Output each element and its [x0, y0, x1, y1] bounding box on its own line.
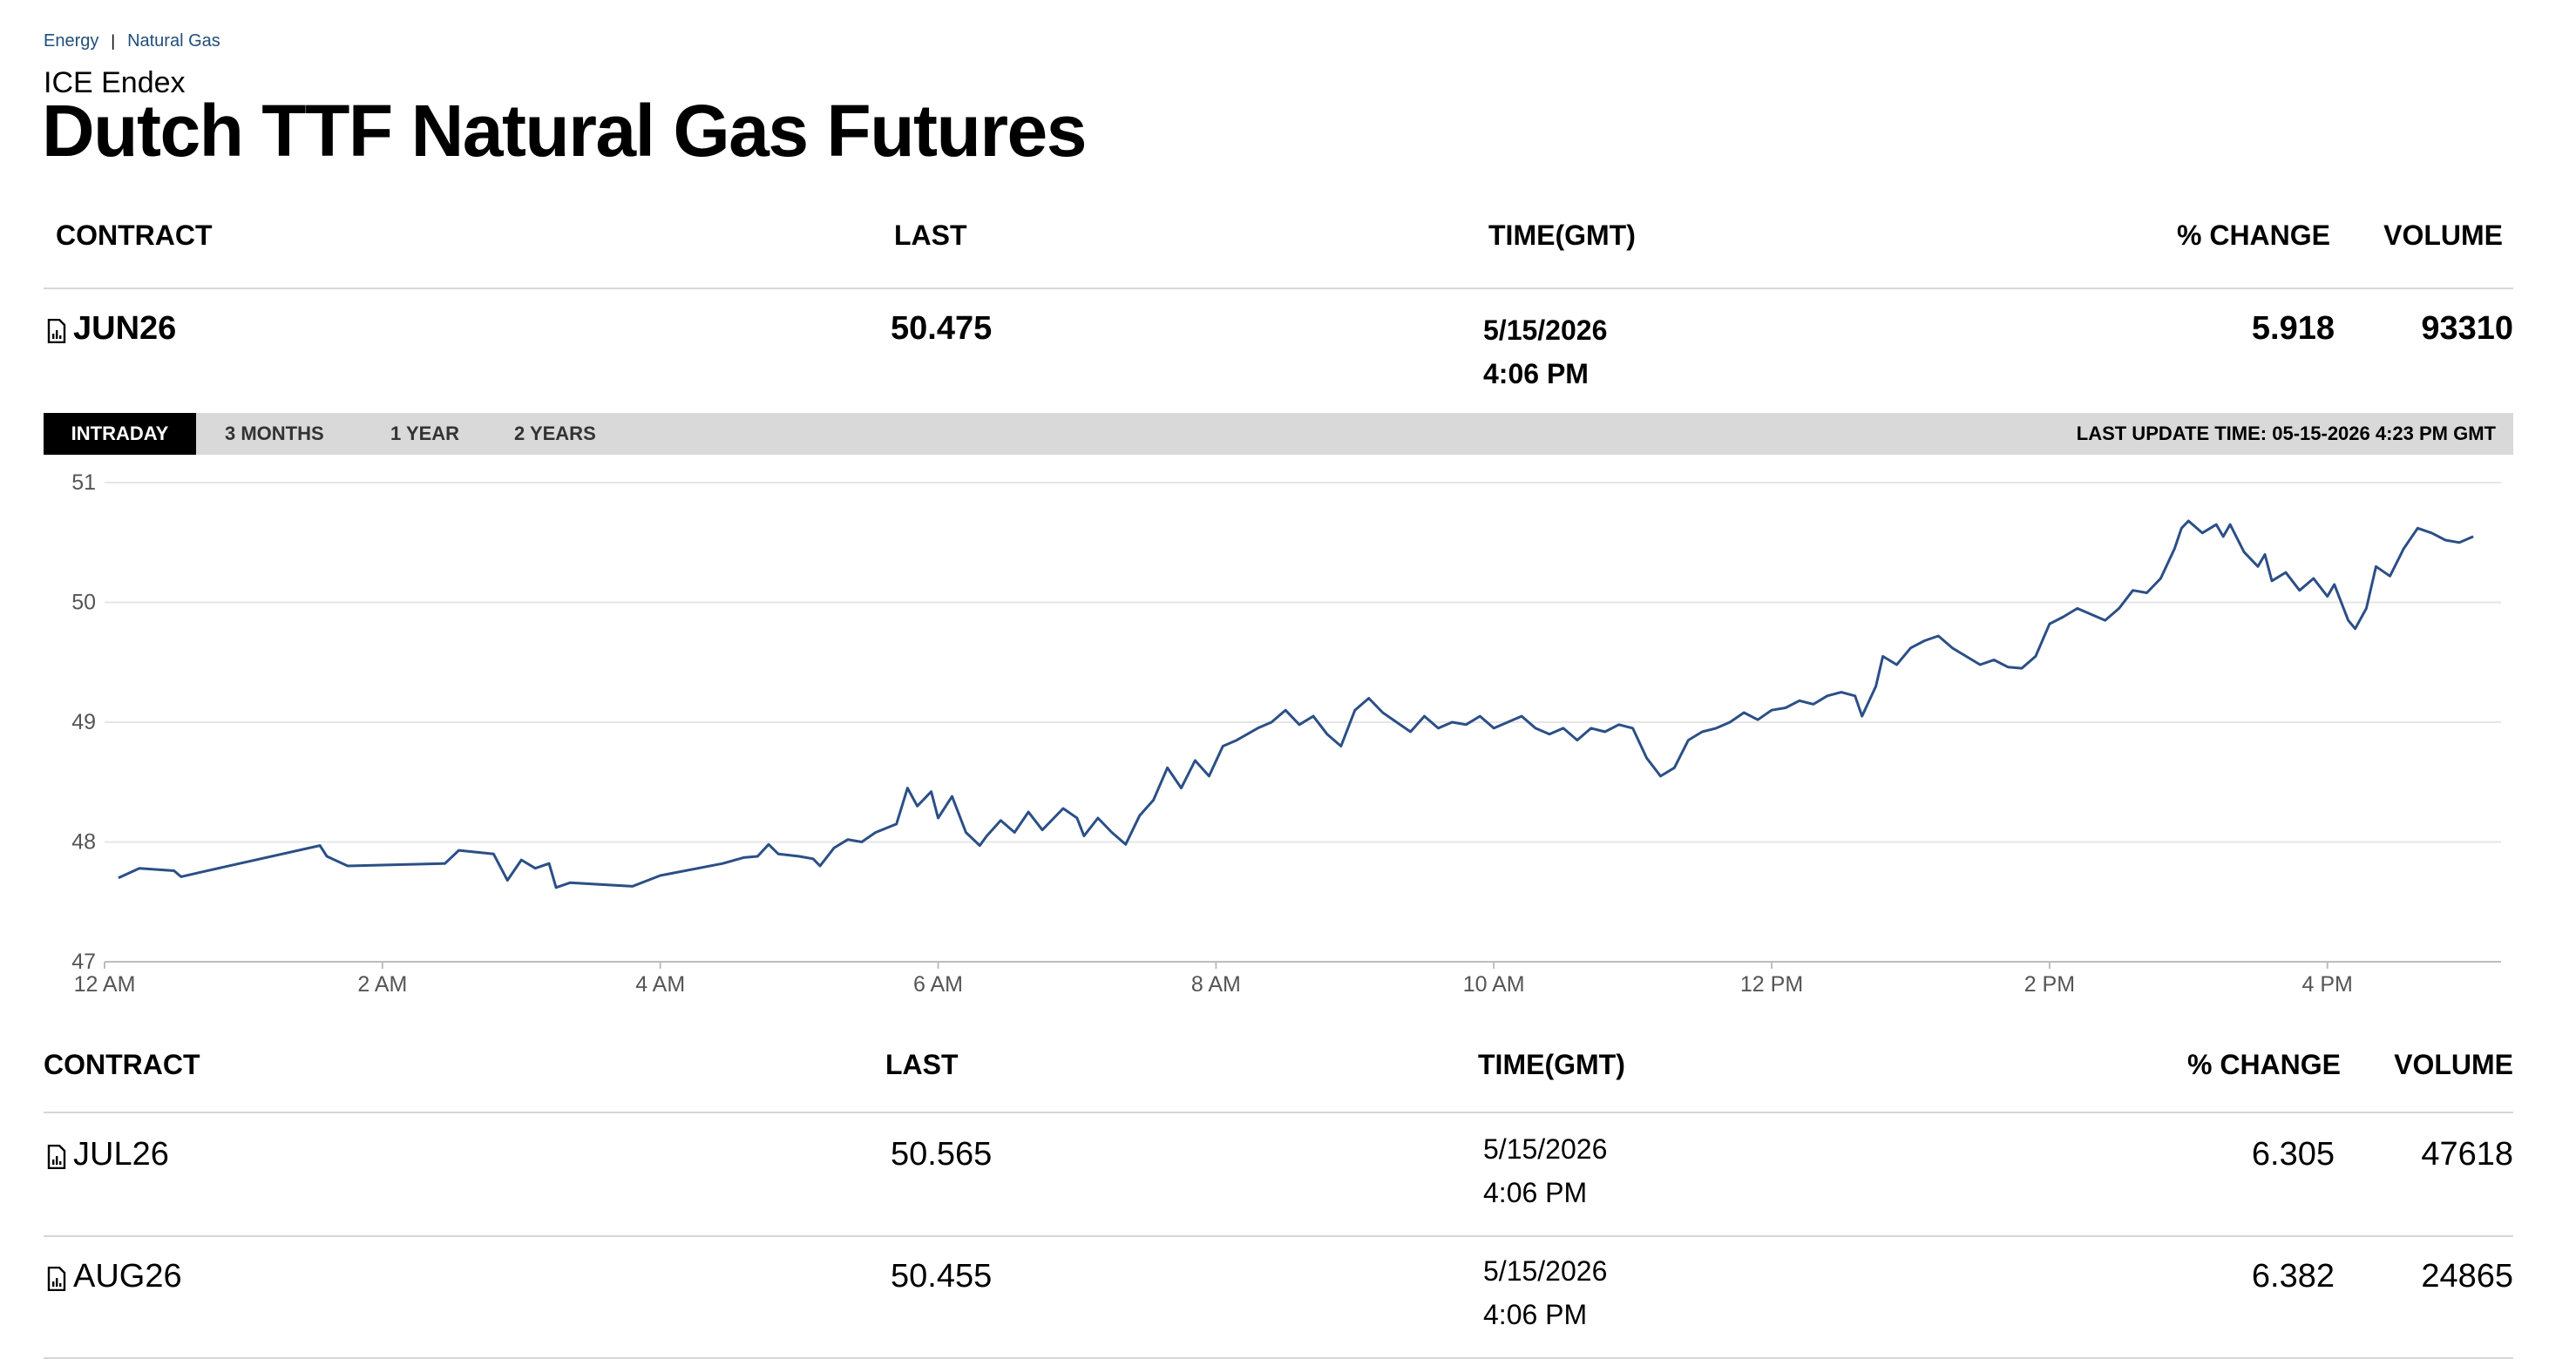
x-tick-label: 12 AM [74, 972, 136, 997]
col-volume: VOLUME [2383, 220, 2503, 251]
last-update-time: LAST UPDATE TIME: 05-15-2026 4:23 PM GMT [2076, 423, 2496, 444]
contract-code: JUL26 [73, 1136, 169, 1173]
y-tick-label: 47 [71, 950, 96, 974]
table-row[interactable]: JUL26 50.565 5/15/2026 4:06 PM 6.305 476… [44, 1115, 2513, 1237]
x-tick-label: 4 PM [2302, 972, 2353, 997]
volume: 24865 [2421, 1258, 2513, 1295]
col-contract: CONTRACT [44, 1049, 200, 1080]
tab-2-years[interactable]: 2 YEARS [514, 413, 596, 455]
y-tick-label: 49 [71, 710, 96, 734]
percent-change: 6.305 [2251, 1136, 2335, 1173]
front-contract-code: JUN26 [73, 310, 177, 347]
col-contract: CONTRACT [56, 220, 213, 251]
contract-cell[interactable]: AUG26 [47, 1258, 182, 1295]
trade-date-value: 5/15/2026 [1483, 1133, 1608, 1165]
trade-time: 5/15/2026 4:06 PM [1483, 1249, 1607, 1336]
contract-cell[interactable]: JUL26 [47, 1136, 169, 1173]
y-tick-label: 48 [71, 830, 96, 855]
y-tick-label: 50 [71, 591, 96, 615]
price-series-line [118, 519, 2474, 889]
tab-intraday[interactable]: INTRADAY [44, 413, 196, 455]
percent-change: 6.382 [2251, 1258, 2335, 1295]
front-date-value: 5/15/2026 [1483, 314, 1608, 346]
front-contract-row[interactable]: JUN26 50.475 5/15/2026 4:06 PM 5.918 933… [44, 308, 2513, 396]
front-change: 5.918 [2251, 310, 2335, 347]
col-time: TIME(GMT) [1478, 1049, 1625, 1080]
trade-time: 5/15/2026 4:06 PM [1483, 1127, 1607, 1214]
breadcrumb-energy[interactable]: Energy [44, 31, 98, 51]
x-tick-label: 4 AM [635, 972, 685, 997]
chart-range-tabs: INTRADAY 3 MONTHS 1 YEAR 2 YEARS LAST UP… [44, 413, 2513, 455]
table-row[interactable]: AUG26 50.455 5/15/2026 4:06 PM 6.382 248… [44, 1237, 2513, 1359]
y-tick-label: 51 [71, 470, 96, 495]
col-last: LAST [885, 1049, 959, 1080]
breadcrumb-separator: | [111, 32, 116, 50]
front-contract-cell[interactable]: JUN26 [47, 310, 176, 348]
x-tick-label: 6 AM [913, 972, 963, 997]
col-change: % CHANGE [2176, 220, 2330, 251]
tab-1-year[interactable]: 1 YEAR [390, 413, 459, 455]
volume: 47618 [2421, 1136, 2513, 1173]
x-tick-label: 2 PM [2024, 972, 2075, 997]
document-chart-icon [47, 318, 66, 343]
breadcrumb: Energy | Natural Gas [44, 31, 220, 51]
trade-time-value: 4:06 PM [1483, 1299, 1588, 1330]
contract-code: AUG26 [73, 1258, 182, 1295]
front-time-value: 4:06 PM [1483, 358, 1589, 389]
last-price: 50.565 [891, 1136, 993, 1173]
document-chart-icon [47, 1144, 66, 1169]
col-volume: VOLUME [2394, 1049, 2513, 1080]
x-tick-label: 12 PM [1740, 972, 1803, 997]
x-tick-label: 10 AM [1463, 972, 1525, 997]
page-title: Dutch TTF Natural Gas Futures [42, 90, 1087, 172]
last-price: 50.455 [891, 1258, 993, 1295]
breadcrumb-natural-gas[interactable]: Natural Gas [127, 31, 220, 51]
front-last: 50.475 [891, 310, 993, 347]
front-time: 5/15/2026 4:06 PM [1483, 308, 1607, 396]
tab-3-months[interactable]: 3 MONTHS [225, 413, 324, 455]
contracts-table-header: CONTRACT LAST TIME(GMT) % CHANGE VOLUME [44, 1049, 2513, 1113]
trade-time-value: 4:06 PM [1483, 1177, 1588, 1208]
col-change: % CHANGE [2186, 1049, 2341, 1080]
page: Energy | Natural Gas ICE Endex Dutch TTF… [0, 0, 2576, 1359]
front-volume: 93310 [2421, 310, 2513, 347]
intraday-price-chart: 47 48 49 50 51 12 AM 2 AM 4 AM 6 AM 8 AM 10 AM 12 P… [71, 470, 2501, 997]
document-chart-icon [47, 1266, 66, 1291]
x-tick-label: 8 AM [1191, 972, 1241, 997]
col-last: LAST [894, 220, 967, 251]
trade-date-value: 5/15/2026 [1483, 1255, 1608, 1287]
front-table-header: CONTRACT LAST TIME(GMT) % CHANGE VOLUME [44, 220, 2513, 289]
col-time: TIME(GMT) [1488, 220, 1636, 251]
x-tick-label: 2 AM [357, 972, 407, 997]
